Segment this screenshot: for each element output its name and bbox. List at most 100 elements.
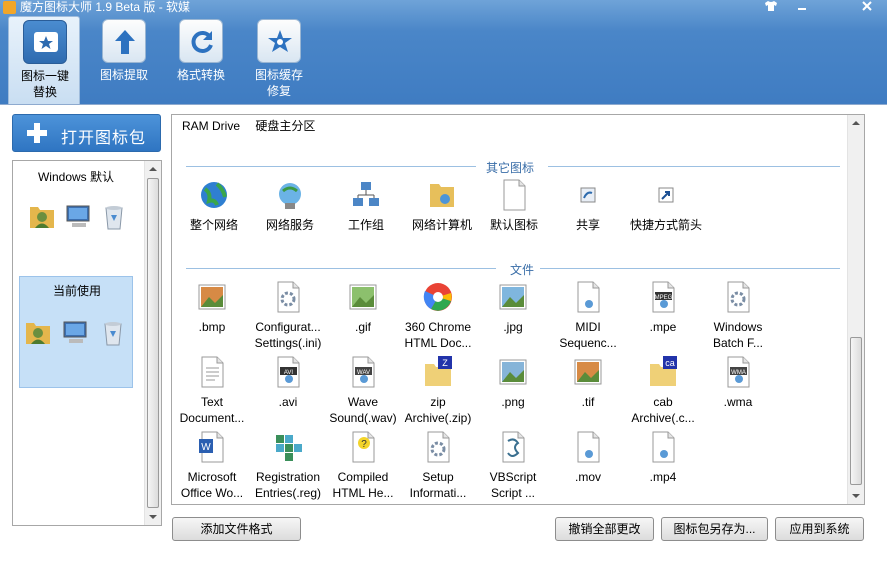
icon-item[interactable]: 网络服务 bbox=[252, 179, 328, 249]
icon-label: Microsoft Office Wo... bbox=[180, 470, 244, 500]
icon-item[interactable]: WAV Wave Sound(.wav) bbox=[325, 356, 401, 426]
icon-item[interactable]: .bmp bbox=[174, 281, 250, 351]
icon-label: VBScript Script ... bbox=[489, 470, 537, 500]
icon-item[interactable]: Registration Entries(.reg) bbox=[250, 431, 326, 501]
apply-to-system-button[interactable]: 应用到系统 bbox=[775, 517, 864, 541]
icon-label: 工作组 bbox=[347, 218, 384, 232]
mov-file-icon bbox=[573, 431, 603, 463]
icon-item[interactable]: 网络计算机 bbox=[404, 179, 480, 249]
bmp-file-icon bbox=[197, 281, 227, 313]
icon-item[interactable]: Configurat... Settings(.ini) bbox=[250, 281, 326, 351]
icon-item[interactable]: .tif bbox=[550, 356, 626, 426]
add-format-button[interactable]: 添加文件格式 bbox=[172, 517, 301, 541]
icon-label: .mov bbox=[574, 470, 601, 484]
icon-item[interactable]: ca cab Archive(.c... bbox=[625, 356, 701, 426]
wrench-star-icon bbox=[257, 19, 301, 63]
section-files: 文件 bbox=[186, 261, 840, 278]
scroll-up-icon[interactable] bbox=[852, 121, 860, 125]
theme-windows-default[interactable]: Windows 默认 bbox=[19, 161, 133, 273]
recycle-bin-icon bbox=[99, 201, 129, 231]
icon-item[interactable]: 共享 bbox=[550, 179, 626, 249]
icon-item[interactable]: 工作组 bbox=[328, 179, 404, 249]
icon-item[interactable]: 整个网络 bbox=[176, 179, 252, 249]
icon-label: 共享 bbox=[575, 218, 600, 232]
user-folder-icon bbox=[27, 201, 57, 231]
workgroup-icon bbox=[351, 179, 381, 211]
globe-icon bbox=[199, 179, 229, 211]
icon-label: Wave Sound(.wav) bbox=[329, 395, 397, 425]
icon-item[interactable]: Setup Informati... bbox=[400, 431, 476, 501]
icon-item[interactable]: .png bbox=[475, 356, 551, 426]
section-other: 其它图标 bbox=[186, 159, 840, 176]
wma-file-icon: WMA bbox=[723, 356, 753, 388]
jpg-file-icon bbox=[498, 281, 528, 313]
scroll-thumb[interactable] bbox=[850, 337, 862, 485]
mp4-file-icon bbox=[648, 431, 678, 463]
network-folder-icon bbox=[427, 179, 457, 211]
vbs-file-icon bbox=[498, 431, 528, 463]
right-scrollbar[interactable] bbox=[847, 115, 864, 504]
icon-item[interactable]: AVI .avi bbox=[250, 356, 326, 426]
icon-label: Compiled HTML He... bbox=[332, 470, 394, 500]
refresh-icon bbox=[179, 19, 223, 63]
theme-current[interactable]: 当前使用 bbox=[19, 276, 133, 388]
scroll-down-icon[interactable] bbox=[852, 494, 860, 498]
left-scrollbar[interactable] bbox=[144, 161, 161, 525]
shirt-icon[interactable] bbox=[761, 0, 781, 16]
icon-label: 网络服务 bbox=[265, 218, 314, 232]
network-service-icon bbox=[275, 179, 305, 211]
icon-item[interactable]: MIDI Sequenc... bbox=[550, 281, 626, 351]
icon-item[interactable]: ? Compiled HTML He... bbox=[325, 431, 401, 501]
undo-all-button[interactable]: 撤销全部更改 bbox=[555, 517, 654, 541]
svg-text:ca: ca bbox=[665, 358, 675, 368]
icon-item[interactable]: MPEG .mpe bbox=[625, 281, 701, 351]
drive-primary[interactable]: 硬盘主分区 bbox=[255, 119, 315, 133]
user-folder-icon bbox=[23, 317, 53, 347]
window-chrome: 魔方图标大师 1.9 Beta 版 - 软媒 图标一键替换 图标提取 格式转换 bbox=[0, 0, 887, 104]
midi-file-icon bbox=[573, 281, 603, 313]
computer-icon bbox=[60, 317, 90, 347]
save-as-button[interactable]: 图标包另存为... bbox=[661, 517, 768, 541]
word-file-icon: W bbox=[197, 431, 227, 463]
tool-extract[interactable]: 图标提取 bbox=[88, 16, 160, 104]
icon-label: .avi bbox=[278, 395, 298, 409]
icon-item[interactable]: Zzip Archive(.zip) bbox=[400, 356, 476, 426]
close-icon[interactable] bbox=[857, 0, 877, 16]
main-panel: 打开图标包 Windows 默认 当前使用 RAM Drive 硬盘主分区 其它… bbox=[0, 104, 887, 570]
zip-folder-icon: Z bbox=[423, 356, 453, 388]
icon-item[interactable]: .gif bbox=[325, 281, 401, 351]
svg-text:W: W bbox=[201, 442, 211, 453]
scroll-up-icon[interactable] bbox=[149, 167, 157, 171]
tool-cache-repair[interactable]: 图标缓存修复 bbox=[243, 16, 315, 104]
tool-replace[interactable]: 图标一键替换 bbox=[8, 16, 80, 104]
icon-item[interactable]: 360 Chrome HTML Doc... bbox=[400, 281, 476, 351]
arrow-up-icon bbox=[102, 19, 146, 63]
text-file-icon bbox=[197, 356, 227, 388]
setup-file-icon bbox=[423, 431, 453, 463]
icon-item[interactable]: .mov bbox=[550, 431, 626, 501]
icon-item[interactable]: 默认图标 bbox=[476, 179, 552, 249]
icon-label: Configurat... Settings(.ini) bbox=[254, 320, 322, 350]
chm-file-icon: ? bbox=[348, 431, 378, 463]
icon-label: zip Archive(.zip) bbox=[404, 395, 472, 425]
drive-ram[interactable]: RAM Drive bbox=[182, 119, 240, 133]
open-icon-pack-button[interactable]: 打开图标包 bbox=[12, 114, 161, 152]
scroll-down-icon[interactable] bbox=[149, 515, 157, 519]
scroll-thumb[interactable] bbox=[147, 178, 159, 508]
icon-item[interactable]: .mp4 bbox=[625, 431, 701, 501]
tool-convert[interactable]: 格式转换 bbox=[165, 16, 237, 104]
icon-item[interactable]: Windows Batch F... bbox=[700, 281, 776, 351]
minimize-icon[interactable] bbox=[792, 0, 812, 16]
icon-item[interactable]: WMA .wma bbox=[700, 356, 776, 426]
icon-item[interactable]: 快捷方式箭头 bbox=[628, 179, 704, 249]
tool-replace-label: 图标一键替换 bbox=[20, 69, 69, 99]
share-icon bbox=[573, 179, 603, 211]
icon-item[interactable]: Text Document... bbox=[174, 356, 250, 426]
icon-grid: RAM Drive 硬盘主分区 其它图标 整个网络 网络服务 工作组 网络计算机 默认图… bbox=[171, 114, 865, 505]
icon-item[interactable]: VBScript Script ... bbox=[475, 431, 551, 501]
icon-item[interactable]: .jpg bbox=[475, 281, 551, 351]
cab-folder-icon: ca bbox=[648, 356, 678, 388]
open-icon-pack-label: 打开图标包 bbox=[61, 130, 147, 147]
drive-row: RAM Drive 硬盘主分区 bbox=[182, 117, 327, 134]
icon-item[interactable]: W Microsoft Office Wo... bbox=[174, 431, 250, 501]
